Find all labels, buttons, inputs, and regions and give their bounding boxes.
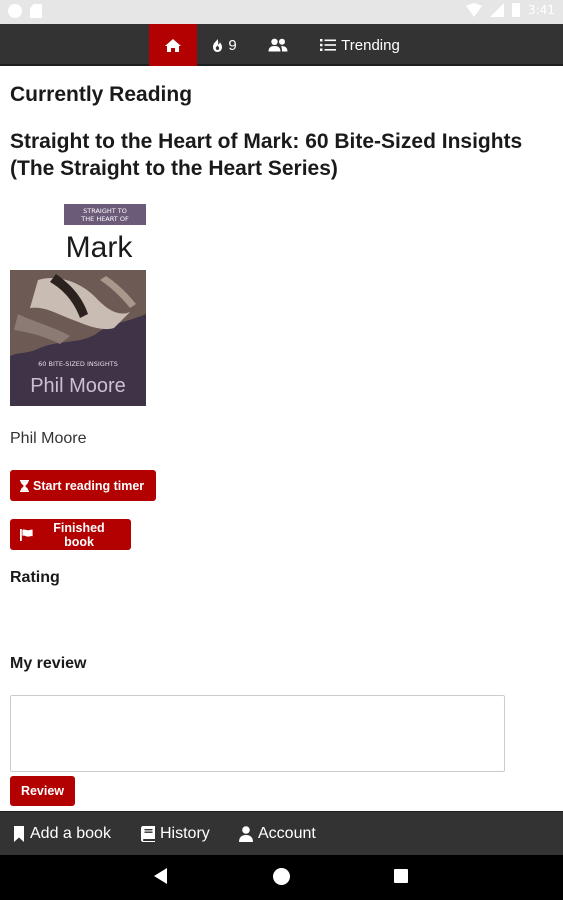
top-nav: 9 Trending bbox=[0, 24, 563, 66]
start-reading-timer-label: Start reading timer bbox=[33, 478, 145, 493]
sd-card-icon bbox=[30, 4, 42, 18]
wifi-icon bbox=[466, 3, 483, 17]
my-review-label: My review bbox=[10, 655, 87, 672]
battery-icon bbox=[512, 3, 521, 17]
add-book-link[interactable]: Add a book bbox=[13, 812, 111, 856]
home-circle-icon[interactable] bbox=[273, 868, 290, 885]
book-author: Phil Moore bbox=[10, 430, 87, 447]
home-icon bbox=[164, 38, 182, 53]
cover-subtitle: 60 BITE-SIZED INSIGHTS bbox=[38, 360, 118, 368]
rating-label: Rating bbox=[10, 569, 60, 586]
status-bar-right: 3:41 bbox=[466, 3, 555, 17]
book-cover[interactable]: STRAIGHT TO THE HEART OF Mark 60 BITE-SI… bbox=[10, 204, 146, 406]
status-bar: 3:41 bbox=[0, 0, 563, 24]
flame-icon bbox=[211, 38, 224, 53]
review-textarea[interactable] bbox=[10, 695, 505, 772]
status-bar-left bbox=[8, 4, 42, 18]
book-title: Straight to the Heart of Mark: 60 Bite-S… bbox=[10, 130, 523, 180]
cover-series-line1: STRAIGHT TO bbox=[83, 207, 127, 215]
account-label: Account bbox=[258, 825, 316, 842]
cover-title: Mark bbox=[66, 231, 134, 264]
nav-trending[interactable]: Trending bbox=[305, 24, 415, 66]
cover-series-line2: THE HEART OF bbox=[80, 215, 129, 223]
history-link[interactable]: History bbox=[141, 812, 210, 856]
finished-book-label: Finished book bbox=[53, 520, 105, 549]
cover-author: Phil Moore bbox=[30, 375, 126, 397]
streak-count: 9 bbox=[228, 36, 237, 54]
nav-friends[interactable] bbox=[253, 24, 303, 66]
back-icon[interactable] bbox=[154, 868, 167, 884]
account-link[interactable]: Account bbox=[239, 812, 316, 856]
book-icon bbox=[141, 826, 155, 842]
signal-icon bbox=[490, 3, 505, 17]
users-icon bbox=[268, 38, 288, 52]
nav-streak[interactable]: 9 bbox=[197, 24, 251, 66]
add-book-label: Add a book bbox=[30, 825, 111, 842]
user-icon bbox=[239, 826, 253, 842]
start-reading-timer-button[interactable]: Start reading timer bbox=[10, 470, 156, 501]
review-button[interactable]: Review bbox=[10, 776, 75, 806]
bookmark-icon bbox=[13, 826, 25, 842]
recent-apps-icon[interactable] bbox=[394, 869, 408, 883]
status-time: 3:41 bbox=[528, 3, 555, 17]
system-nav-bar bbox=[0, 855, 563, 900]
finished-book-button[interactable]: Finished book bbox=[10, 519, 131, 550]
bottom-bar: Add a book History Account bbox=[0, 811, 563, 855]
list-icon bbox=[320, 38, 337, 52]
trending-label: Trending bbox=[341, 36, 400, 54]
page-title: Currently Reading bbox=[10, 83, 193, 106]
notification-icon bbox=[8, 4, 22, 18]
nav-home[interactable] bbox=[149, 24, 197, 66]
hourglass-icon bbox=[20, 479, 29, 492]
history-label: History bbox=[160, 825, 210, 842]
flag-icon bbox=[20, 528, 33, 541]
